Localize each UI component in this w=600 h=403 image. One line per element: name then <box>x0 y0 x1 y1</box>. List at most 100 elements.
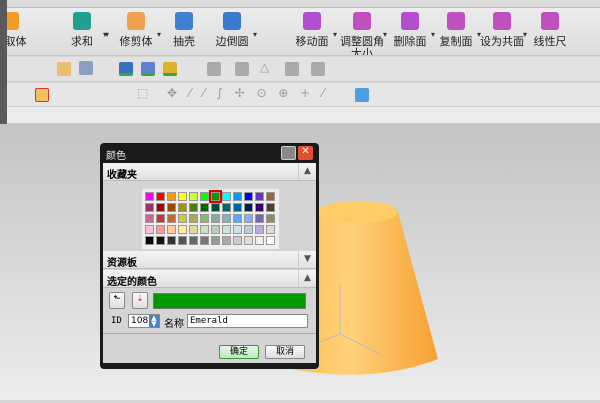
toolbar-button-7[interactable]: 删除面 <box>385 12 435 48</box>
chevron-down-icon[interactable]: ▼ <box>298 251 316 268</box>
color-swatch[interactable] <box>145 225 154 234</box>
color-swatch[interactable] <box>233 203 242 212</box>
color-swatch[interactable] <box>145 236 154 245</box>
color-swatch[interactable] <box>211 203 220 212</box>
check-face-icon[interactable] <box>163 62 177 76</box>
color-swatch[interactable] <box>209 190 222 203</box>
toolbar-button-9[interactable]: 设为共面 <box>477 12 527 48</box>
text-style-icon[interactable] <box>79 61 93 75</box>
color-swatch[interactable] <box>233 214 242 223</box>
color-swatch[interactable] <box>222 203 231 212</box>
toolbar-button-10[interactable]: 线性尺 <box>525 12 575 48</box>
dropdown-arrow-icon[interactable]: ▾ <box>103 30 107 39</box>
color-swatch[interactable] <box>156 214 165 223</box>
color-swatch[interactable] <box>244 214 253 223</box>
color-swatch[interactable] <box>178 236 187 245</box>
id-spinner[interactable]: ▲ ▼ <box>149 315 159 328</box>
color-swatch[interactable] <box>244 236 253 245</box>
color-swatch[interactable] <box>255 203 264 212</box>
color-swatch[interactable] <box>156 192 165 201</box>
color-swatch[interactable] <box>200 192 209 201</box>
color-swatch[interactable] <box>200 203 209 212</box>
palette-section-header[interactable]: 资源板 ▼ <box>103 251 316 269</box>
toolbar-button-label: 大小 <box>351 47 373 56</box>
check-body-icon[interactable] <box>119 62 133 76</box>
feature-icon <box>493 12 511 30</box>
color-swatch[interactable] <box>211 225 220 234</box>
color-swatch[interactable] <box>200 214 209 223</box>
color-swatch[interactable] <box>244 203 253 212</box>
toolbar-button-6[interactable]: 调整圆角 大小 <box>337 12 387 56</box>
color-swatch[interactable] <box>189 236 198 245</box>
toolbar-button-0[interactable]: 抽取体 <box>7 12 35 48</box>
color-swatch[interactable] <box>266 236 275 245</box>
color-swatch[interactable] <box>145 214 154 223</box>
inherit-color-button[interactable]: ⬑ <box>109 292 125 309</box>
color-swatch[interactable] <box>167 225 176 234</box>
color-swatch[interactable] <box>200 225 209 234</box>
toolbar-button-label: 抽取体 <box>7 35 27 48</box>
close-button[interactable]: ✕ <box>298 146 313 160</box>
color-swatch[interactable] <box>167 203 176 212</box>
color-swatch[interactable] <box>200 236 209 245</box>
color-swatch[interactable] <box>167 214 176 223</box>
check-hammer-icon[interactable] <box>141 62 155 76</box>
color-swatch[interactable] <box>189 192 198 201</box>
dropdown-arrow-icon[interactable]: ▾ <box>253 30 257 39</box>
snap-filter-icon[interactable] <box>35 88 49 102</box>
color-swatch[interactable] <box>178 225 187 234</box>
favorites-section-header[interactable]: 收藏夹 ▲ <box>103 163 316 181</box>
color-swatch[interactable] <box>266 192 275 201</box>
color-swatch[interactable] <box>222 192 231 201</box>
color-swatch[interactable] <box>211 236 220 245</box>
color-swatch[interactable] <box>233 236 242 245</box>
color-swatch[interactable] <box>244 225 253 234</box>
view-cube-icon[interactable] <box>355 88 369 102</box>
color-swatch[interactable] <box>266 214 275 223</box>
color-swatch[interactable] <box>145 192 154 201</box>
chevron-up-icon[interactable]: ▲ <box>298 270 316 287</box>
minimize-button[interactable] <box>281 146 296 160</box>
selected-color-section-header[interactable]: 选定的颜色 ▲ <box>103 270 316 288</box>
color-swatch[interactable] <box>255 214 264 223</box>
tag-icon[interactable] <box>57 62 71 76</box>
toolbar-button-3[interactable]: 抽壳 <box>159 12 209 48</box>
toolbar-button-5[interactable]: 移动面 <box>287 12 337 48</box>
cancel-button[interactable]: 取消 <box>265 345 305 359</box>
color-swatch[interactable] <box>255 225 264 234</box>
color-swatch[interactable] <box>266 203 275 212</box>
chevron-up-icon[interactable]: ▲ <box>298 163 316 180</box>
color-swatch[interactable] <box>266 225 275 234</box>
color-swatch[interactable] <box>156 236 165 245</box>
ok-button[interactable]: 确定 <box>219 345 259 359</box>
color-swatch[interactable] <box>189 225 198 234</box>
color-swatch[interactable] <box>222 236 231 245</box>
color-swatch[interactable] <box>167 236 176 245</box>
color-swatch[interactable] <box>255 236 264 245</box>
color-swatch[interactable] <box>145 203 154 212</box>
color-swatch[interactable] <box>156 225 165 234</box>
color-swatch[interactable] <box>211 214 220 223</box>
toolbar-button-1[interactable]: 求和 <box>57 12 107 48</box>
pick-color-button[interactable]: ⇣ <box>132 292 148 309</box>
color-swatch[interactable] <box>178 203 187 212</box>
color-swatch[interactable] <box>222 214 231 223</box>
color-swatch[interactable] <box>167 192 176 201</box>
color-swatch[interactable] <box>189 214 198 223</box>
color-swatch[interactable] <box>233 225 242 234</box>
color-swatch[interactable] <box>244 192 253 201</box>
disabled-tool-icon <box>285 62 299 76</box>
name-field[interactable]: Emerald <box>187 314 308 328</box>
color-swatch[interactable] <box>189 203 198 212</box>
color-swatch[interactable] <box>156 203 165 212</box>
toolbar-button-8[interactable]: 复制面 <box>431 12 481 48</box>
color-swatch[interactable] <box>178 214 187 223</box>
color-swatch[interactable] <box>255 192 264 201</box>
color-swatch[interactable] <box>178 192 187 201</box>
color-swatch[interactable] <box>222 225 231 234</box>
toolbar-button-2[interactable]: 修剪体 <box>111 12 161 48</box>
color-swatch[interactable] <box>233 192 242 201</box>
snap-point-icons[interactable]: ✥ ⁄ ⁄ ∫ ✢ ⊙ ⊕ + ⁄ <box>167 86 328 100</box>
rect-select-icon[interactable]: ⬚ <box>137 86 148 100</box>
toolbar-button-4[interactable]: 边倒圆 <box>207 12 257 48</box>
